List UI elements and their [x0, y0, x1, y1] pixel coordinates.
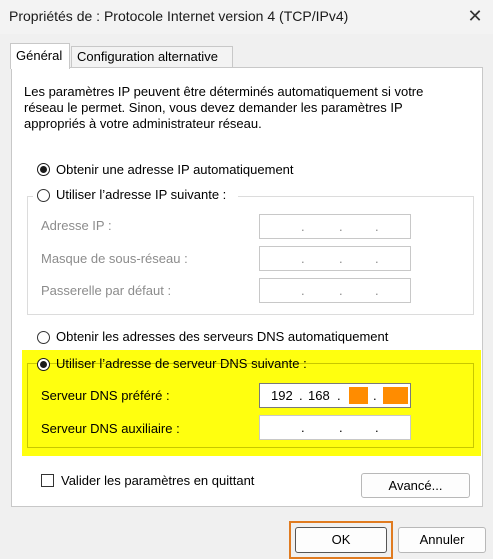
advanced-button[interactable]: Avancé...	[361, 473, 470, 498]
redacted-octet-4	[383, 387, 408, 404]
ok-button[interactable]: OK	[295, 527, 387, 553]
alternate-dns-field[interactable]: ...	[259, 415, 411, 440]
preferred-dns-label: Serveur DNS préféré :	[41, 388, 170, 403]
subnet-mask-field[interactable]: ...	[259, 246, 411, 271]
tab-general[interactable]: Général	[10, 43, 70, 69]
redacted-octet-3	[349, 387, 368, 404]
radio-dns-manual[interactable]	[37, 358, 50, 371]
radio-ip-manual-label: Utiliser l’adresse IP suivante :	[56, 187, 227, 202]
window-title: Propriétés de : Protocole Internet versi…	[9, 8, 349, 24]
radio-dns-auto[interactable]	[37, 331, 50, 344]
tab-label: Configuration alternative	[77, 49, 218, 64]
radio-ip-auto[interactable]	[37, 163, 50, 176]
default-gateway-field[interactable]: ...	[259, 278, 411, 303]
dns-octet-1: 192	[271, 388, 293, 403]
alternate-dns-label: Serveur DNS auxiliaire :	[41, 421, 180, 436]
dns-octet-2: 168	[308, 388, 330, 403]
cancel-button[interactable]: Annuler	[398, 527, 486, 553]
radio-dns-manual-label: Utiliser l’adresse de serveur DNS suivan…	[56, 356, 307, 371]
radio-dns-auto-label: Obtenir les adresses des serveurs DNS au…	[56, 329, 389, 344]
preferred-dns-field[interactable]: 192 . 168 . .	[259, 383, 411, 408]
default-gateway-label: Passerelle par défaut :	[41, 283, 172, 298]
subnet-mask-label: Masque de sous-réseau :	[41, 251, 188, 266]
tab-label: Général	[16, 48, 63, 63]
radio-ip-auto-label: Obtenir une adresse IP automatiquement	[56, 162, 294, 177]
ip-address-field[interactable]: ...	[259, 214, 411, 239]
ip-address-label: Adresse IP :	[41, 218, 112, 233]
radio-ip-manual[interactable]	[37, 189, 50, 202]
validate-checkbox-label: Valider les paramètres en quittant	[61, 473, 255, 488]
description-text: Les paramètres IP peuvent être déterminé…	[24, 84, 424, 131]
validate-checkbox[interactable]	[41, 474, 54, 487]
close-icon[interactable]: ✕	[462, 4, 488, 28]
tab-configuration-alternative[interactable]: Configuration alternative	[71, 46, 233, 68]
